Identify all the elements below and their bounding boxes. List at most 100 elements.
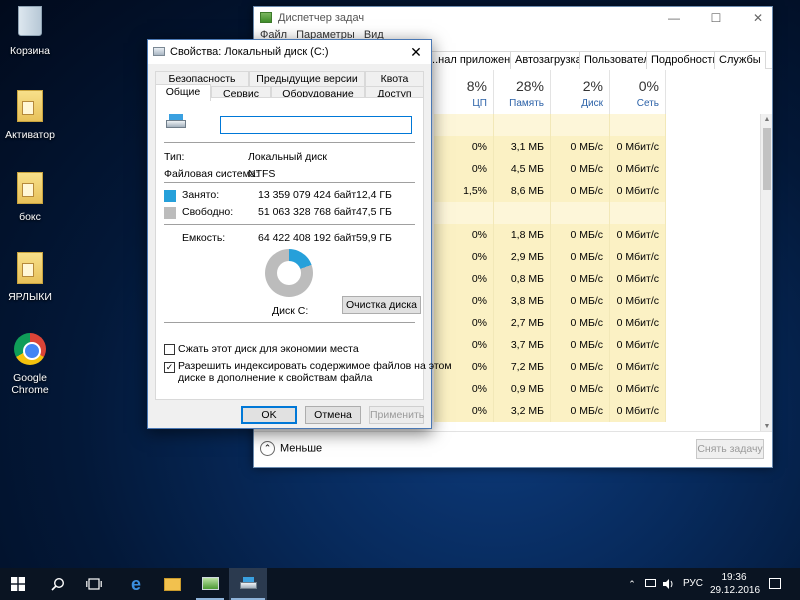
filesystem-value: NTFS bbox=[248, 168, 276, 180]
scroll-up-icon[interactable]: ▲ bbox=[761, 116, 773, 123]
search-icon[interactable] bbox=[40, 568, 76, 600]
column-cpu-percent: 8% bbox=[466, 78, 487, 94]
fewer-details-button[interactable]: ⌃ Меньше bbox=[260, 441, 322, 456]
cpu-cell: 0% bbox=[434, 158, 494, 180]
memory-cell: 3,7 МБ bbox=[494, 334, 551, 356]
network-cell: 0 Мбит/с bbox=[610, 290, 666, 312]
ok-button[interactable]: OK bbox=[241, 406, 297, 424]
disk-cell: 0 МБ/с bbox=[551, 356, 610, 378]
cancel-button[interactable]: Отмена bbox=[305, 406, 361, 424]
scroll-down-icon[interactable]: ▼ bbox=[761, 423, 773, 430]
disk-cell: 0 МБ/с bbox=[551, 378, 610, 400]
column-network[interactable]: 0% Сеть bbox=[610, 70, 666, 114]
tab-startup[interactable]: Автозагрузка bbox=[510, 51, 587, 69]
tab-services[interactable]: Службы bbox=[714, 51, 766, 69]
vertical-scrollbar[interactable]: ▲ ▼ bbox=[760, 114, 772, 432]
notifications-icon[interactable] bbox=[764, 568, 786, 600]
type-value: Локальный диск bbox=[248, 151, 327, 163]
column-disk[interactable]: 2% Диск bbox=[551, 70, 610, 114]
end-task-button[interactable]: Снять задачу bbox=[696, 439, 764, 459]
disk-cleanup-button[interactable]: Очистка диска bbox=[342, 296, 421, 314]
disk-cell: 0 МБ/с bbox=[551, 290, 610, 312]
desktop-icon-chrome[interactable]: Google Chrome bbox=[0, 333, 60, 396]
memory-cell: 3,8 МБ bbox=[494, 290, 551, 312]
capacity-label: Емкость: bbox=[182, 232, 226, 244]
memory-cell: 3,1 МБ bbox=[494, 136, 551, 158]
volume-icon[interactable] bbox=[660, 568, 676, 600]
network-cell: 0 Мбит/с bbox=[610, 312, 666, 334]
cpu-cell: 0% bbox=[434, 290, 494, 312]
maximize-button[interactable]: ☐ bbox=[702, 7, 730, 29]
memory-cell: 2,9 МБ bbox=[494, 246, 551, 268]
drive-name-input[interactable] bbox=[220, 116, 412, 134]
cpu-cell: 0% bbox=[434, 136, 494, 158]
disk-properties-dialog: Свойства: Локальный диск (C:) ✕ Безопасн… bbox=[147, 39, 452, 429]
memory-cell: 3,2 МБ bbox=[494, 400, 551, 422]
apply-button[interactable]: Применить bbox=[369, 406, 424, 424]
disk-cell: 0 МБ/с bbox=[551, 158, 610, 180]
drive-properties-icon[interactable] bbox=[229, 568, 267, 600]
memory-cell: 0,9 МБ bbox=[494, 378, 551, 400]
task-manager-icon[interactable] bbox=[192, 568, 228, 600]
cpu-cell: 0% bbox=[434, 224, 494, 246]
windows-start-icon[interactable] bbox=[0, 568, 36, 600]
network-cell: 0 Мбит/с bbox=[610, 378, 666, 400]
disk-cell: 0 МБ/с bbox=[551, 246, 610, 268]
column-network-percent: 0% bbox=[638, 78, 659, 94]
separator bbox=[164, 224, 415, 225]
capacity-bytes: 64 422 408 192 байт bbox=[258, 232, 357, 244]
task-manager-titlebar[interactable]: Диспетчер задач — ☐ ✕ bbox=[254, 7, 772, 29]
cpu-cell bbox=[434, 202, 494, 224]
scrollbar-thumb[interactable] bbox=[763, 128, 771, 190]
used-label: Занято: bbox=[182, 189, 220, 201]
file-explorer-icon[interactable] bbox=[154, 568, 190, 600]
tab-details[interactable]: Подробности bbox=[646, 51, 724, 69]
dialog-close-button[interactable]: ✕ bbox=[401, 40, 431, 64]
desktop-icon-shortcuts[interactable]: ЯРЛЫКИ bbox=[0, 252, 60, 303]
task-manager-title: Диспетчер задач bbox=[278, 12, 365, 24]
tab-quota[interactable]: Квота bbox=[365, 71, 424, 86]
language-indicator[interactable]: РУС bbox=[680, 568, 706, 600]
edge-icon[interactable]: e bbox=[118, 568, 154, 600]
used-space-swatch bbox=[164, 190, 176, 202]
cpu-cell: 0% bbox=[434, 400, 494, 422]
used-size: 12,4 ГБ bbox=[356, 189, 392, 201]
memory-cell: 1,8 МБ bbox=[494, 224, 551, 246]
chevron-up-icon[interactable]: ⌃ bbox=[624, 568, 640, 600]
tab-general[interactable]: Общие bbox=[155, 84, 211, 101]
tab-previous-versions[interactable]: Предыдущие версии bbox=[249, 71, 365, 86]
close-button[interactable]: ✕ bbox=[744, 7, 772, 29]
free-bytes: 51 063 328 768 байт bbox=[258, 206, 357, 218]
compress-checkbox[interactable] bbox=[164, 344, 175, 355]
cpu-cell: 0% bbox=[434, 246, 494, 268]
free-label: Свободно: bbox=[182, 206, 234, 218]
column-cpu-name: ЦП bbox=[472, 98, 487, 109]
folder-icon bbox=[13, 172, 47, 208]
network-cell: 0 Мбит/с bbox=[610, 180, 666, 202]
network-cell bbox=[610, 114, 666, 136]
desktop-icon-box[interactable]: бокс bbox=[0, 172, 60, 223]
memory-cell: 4,5 МБ bbox=[494, 158, 551, 180]
memory-cell bbox=[494, 202, 551, 224]
network-icon[interactable] bbox=[642, 568, 658, 600]
column-disk-name: Диск bbox=[581, 98, 603, 109]
column-memory-percent: 28% bbox=[515, 78, 544, 94]
desktop-icon-activator[interactable]: Активатор bbox=[0, 90, 60, 141]
column-cpu[interactable]: 8% ЦП bbox=[434, 70, 494, 114]
clock[interactable]: 19:36 29.12.2016 bbox=[710, 568, 760, 600]
network-cell: 0 Мбит/с bbox=[610, 356, 666, 378]
minimize-button[interactable]: — bbox=[660, 7, 688, 29]
disk-cell bbox=[551, 114, 610, 136]
task-view-icon[interactable] bbox=[76, 568, 112, 600]
index-checkbox[interactable]: ✓ bbox=[164, 362, 175, 373]
drive-icon bbox=[153, 47, 165, 56]
memory-cell: 7,2 МБ bbox=[494, 356, 551, 378]
column-memory[interactable]: 28% Память bbox=[494, 70, 551, 114]
network-cell: 0 Мбит/с bbox=[610, 224, 666, 246]
folder-icon bbox=[13, 252, 47, 288]
recycle-bin-icon bbox=[13, 6, 47, 42]
taskbar: e ⌃ РУС 19:36 29.12.2016 bbox=[0, 568, 800, 600]
desktop-icon-recycle-bin[interactable]: Корзина bbox=[0, 6, 60, 57]
chrome-icon bbox=[13, 333, 47, 369]
dialog-titlebar[interactable]: Свойства: Локальный диск (C:) ✕ bbox=[148, 40, 431, 64]
